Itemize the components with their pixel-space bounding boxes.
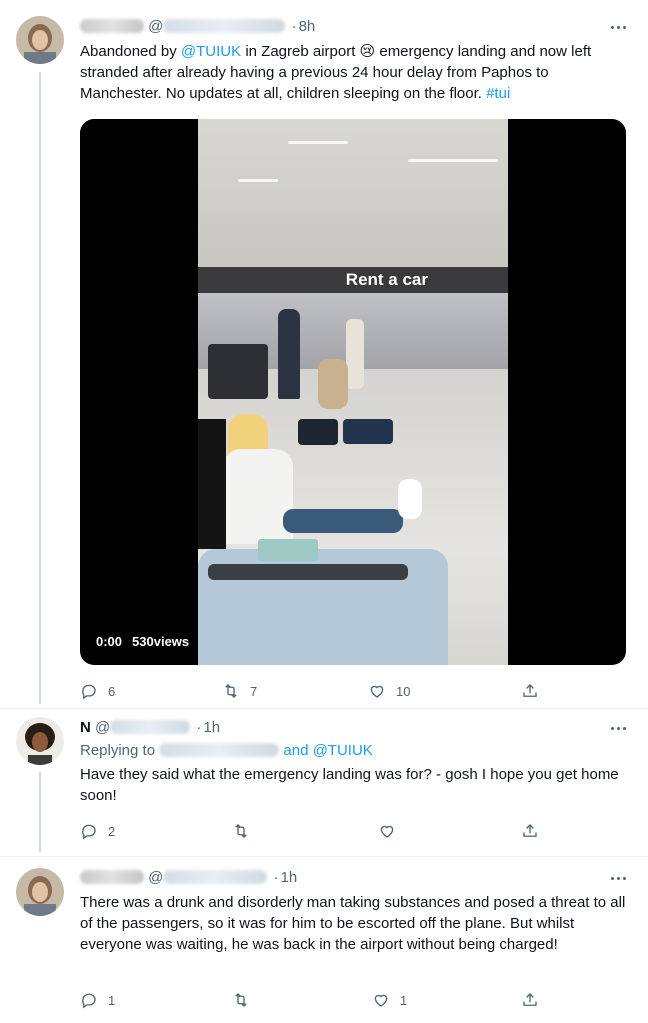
mention-link[interactable]: @TUIUK — [181, 43, 241, 60]
share-button[interactable] — [521, 990, 539, 1010]
reply-button[interactable]: 2 — [80, 821, 115, 841]
reply-count: 6 — [108, 683, 116, 699]
timestamp[interactable]: 8h — [299, 18, 316, 35]
author-handle-redacted[interactable] — [163, 870, 268, 884]
author-handle-redacted[interactable] — [163, 19, 286, 33]
share-icon — [523, 824, 537, 837]
more-icon[interactable] — [608, 868, 628, 888]
thread-line — [39, 72, 41, 704]
reply-icon — [82, 993, 96, 1009]
divider — [0, 708, 648, 709]
share-icon — [523, 684, 537, 697]
tweet-header: @ · 8h — [80, 17, 315, 37]
more-icon[interactable] — [608, 718, 628, 738]
retweet-button[interactable]: 7 — [222, 681, 257, 701]
like-icon — [370, 685, 384, 698]
video-player[interactable]: Rent a car 0:00 530views — [80, 119, 626, 665]
like-button[interactable]: 1 — [372, 990, 407, 1010]
retweet-icon — [225, 684, 237, 698]
replying-to: Replying to and @TUIUK — [80, 740, 620, 761]
separator-dot: · — [196, 719, 202, 736]
avatar[interactable] — [16, 16, 64, 64]
tweet-text: Abandoned by @TUIUK in Zagreb airport 😢 … — [80, 41, 620, 104]
divider — [0, 856, 648, 857]
hashtag-link[interactable]: #tui — [486, 85, 510, 102]
avatar[interactable] — [16, 868, 64, 916]
share-button[interactable] — [521, 681, 539, 701]
author-handle-redacted[interactable] — [110, 720, 191, 734]
avatar[interactable] — [16, 717, 64, 765]
thread-line — [39, 772, 41, 852]
like-count: 10 — [396, 683, 411, 699]
separator-dot: · — [291, 18, 297, 35]
author-name[interactable]: N — [80, 719, 91, 736]
reply-button[interactable]: 1 — [80, 990, 115, 1010]
share-icon — [523, 993, 537, 1006]
retweet-count: 7 — [250, 683, 258, 699]
replying-prefix: Replying to — [80, 742, 160, 759]
like-icon — [380, 825, 394, 838]
replying-handle-redacted[interactable] — [159, 743, 280, 757]
tweet-text: There was a drunk and disorderly man tak… — [80, 894, 626, 953]
reply-count: 2 — [108, 823, 116, 839]
retweet-icon — [235, 824, 247, 838]
author-name-redacted[interactable] — [80, 19, 144, 33]
sign-text: Rent a car — [345, 270, 428, 289]
more-icon[interactable] — [608, 17, 628, 37]
replying-handles[interactable]: and @TUIUK — [283, 742, 372, 759]
separator-dot: · — [273, 869, 279, 886]
author-handle[interactable]: @ — [148, 869, 163, 886]
author-handle[interactable]: @ — [148, 18, 163, 35]
retweet-icon — [235, 993, 247, 1007]
text-part: Abandoned by — [80, 43, 181, 60]
author-name-redacted[interactable] — [80, 870, 144, 884]
tweet-header: N @ · 1h — [80, 718, 220, 738]
like-count: 1 — [400, 992, 408, 1008]
like-icon — [374, 994, 388, 1007]
reply-count: 1 — [108, 992, 116, 1008]
timestamp[interactable]: 1h — [203, 719, 220, 736]
share-button[interactable] — [521, 821, 539, 841]
tweet-actions: 1 1 — [80, 990, 610, 1010]
video-timestamp: 0:00 — [96, 634, 123, 649]
author-handle[interactable]: @ — [95, 719, 110, 736]
tweet-text: Have they said what the emergency landin… — [80, 766, 619, 804]
tweet-actions: 2 — [80, 821, 610, 841]
tweet-actions: 6 7 10 — [80, 681, 610, 701]
tweet-header: @ · 1h — [80, 868, 297, 888]
reply-button[interactable]: 6 — [80, 681, 115, 701]
reply-icon — [82, 824, 96, 840]
retweet-button[interactable] — [232, 990, 250, 1010]
video-time-views: 0:00 530views — [96, 634, 199, 649]
rent-a-car-sign: Rent a car — [198, 267, 508, 293]
like-button[interactable] — [378, 821, 396, 841]
video-frame: Rent a car — [198, 119, 508, 665]
video-views: 530views — [132, 634, 190, 649]
like-button[interactable]: 10 — [368, 681, 410, 701]
timestamp[interactable]: 1h — [281, 869, 298, 886]
reply-icon — [82, 684, 96, 700]
retweet-button[interactable] — [232, 821, 250, 841]
